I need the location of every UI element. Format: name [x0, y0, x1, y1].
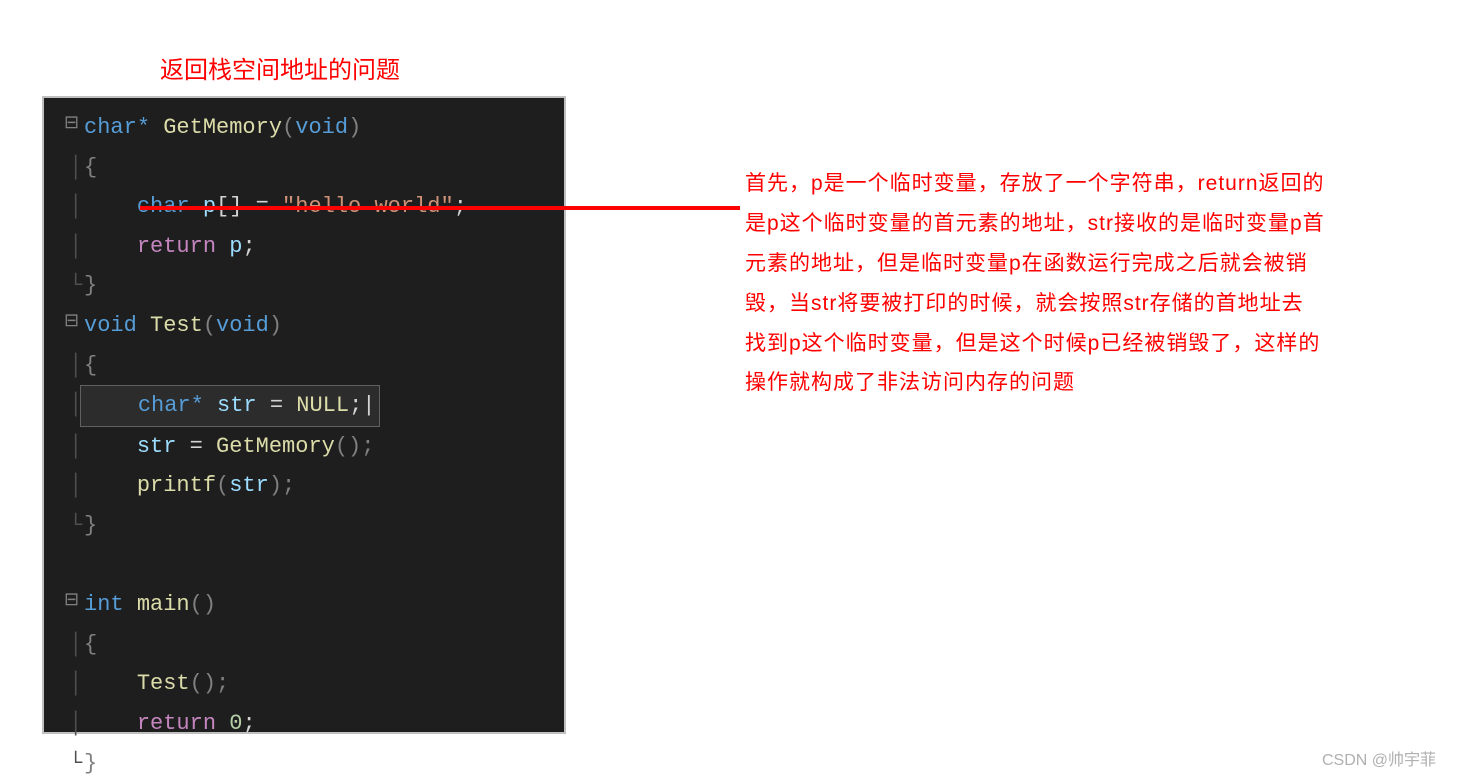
code-number: 0 [229, 711, 242, 736]
code-brace: { [84, 632, 97, 657]
fold-guide: │ [69, 427, 82, 467]
code-semi: ; [242, 234, 255, 259]
code-keyword: void [84, 313, 137, 338]
code-function: GetMemory [216, 434, 335, 459]
fold-guide: │ [69, 148, 82, 188]
fold-guide: │ [69, 227, 82, 267]
code-indent [84, 194, 137, 219]
code-paren: ( [216, 473, 229, 498]
code-keyword: char [84, 115, 137, 140]
code-arg: void [216, 313, 269, 338]
code-var: str [217, 393, 257, 418]
code-indent [84, 434, 137, 459]
code-keyword: int [84, 592, 124, 617]
code-star: * [191, 393, 204, 418]
code-paren: ); [269, 473, 295, 498]
fold-icon: ⊟ [64, 108, 79, 140]
highlighted-line: char* str = NULL;| [80, 385, 380, 427]
code-paren: ( [203, 313, 216, 338]
fold-icon: ⊟ [64, 585, 79, 617]
code-indent [84, 234, 137, 259]
code-function: Test [150, 313, 203, 338]
code-indent [85, 393, 138, 418]
watermark: CSDN @帅宇菲 [1322, 746, 1436, 770]
fold-icon: ⊟ [64, 306, 79, 338]
code-indent [84, 671, 137, 696]
code-var: p [229, 234, 242, 259]
cursor-icon: | [362, 393, 375, 418]
fold-guide: └ [69, 506, 82, 546]
code-block: ⊟char* GetMemory(void) │{ │ char p[] = "… [42, 96, 566, 734]
fold-guide: │ [69, 187, 82, 227]
code-star: * [137, 115, 150, 140]
annotation-underline [140, 206, 740, 210]
code-paren: (); [190, 671, 230, 696]
code-null: NULL [296, 393, 349, 418]
fold-guide: │ [69, 625, 82, 665]
fold-guide: │ [69, 704, 82, 744]
code-brace: } [84, 751, 97, 776]
code-semi: ; [349, 393, 362, 418]
code-paren: (); [335, 434, 375, 459]
code-semi: ; [242, 711, 255, 736]
code-var: str [137, 434, 177, 459]
fold-guide: │ [69, 346, 82, 386]
code-function: Test [137, 671, 190, 696]
code-paren: () [190, 592, 216, 617]
code-function: GetMemory [150, 115, 282, 140]
code-keyword: return [137, 711, 216, 736]
fold-guide: │ [69, 385, 82, 425]
code-paren: ( [282, 115, 295, 140]
code-keyword: char [138, 393, 191, 418]
code-brace: } [84, 513, 97, 538]
fold-guide: │ [69, 664, 82, 704]
fold-guide: └ [69, 266, 82, 306]
code-function: main [137, 592, 190, 617]
code-keyword: return [137, 234, 216, 259]
code-indent [84, 711, 137, 736]
code-var: str [229, 473, 269, 498]
code-brace: { [84, 353, 97, 378]
fold-guide: └ [69, 744, 82, 783]
code-paren: ) [348, 115, 361, 140]
code-brace: } [84, 273, 97, 298]
fold-guide: │ [69, 466, 82, 506]
code-op: = [176, 434, 216, 459]
explanation-text: 首先，p是一个临时变量，存放了一个字符串，return返回的是p这个临时变量的首… [745, 164, 1325, 403]
page-title: 返回栈空间地址的问题 [160, 50, 400, 85]
code-paren: ) [269, 313, 282, 338]
code-indent [84, 473, 137, 498]
code-arg: void [295, 115, 348, 140]
code-function: printf [137, 473, 216, 498]
code-op: = [257, 393, 297, 418]
code-brace: { [84, 155, 97, 180]
